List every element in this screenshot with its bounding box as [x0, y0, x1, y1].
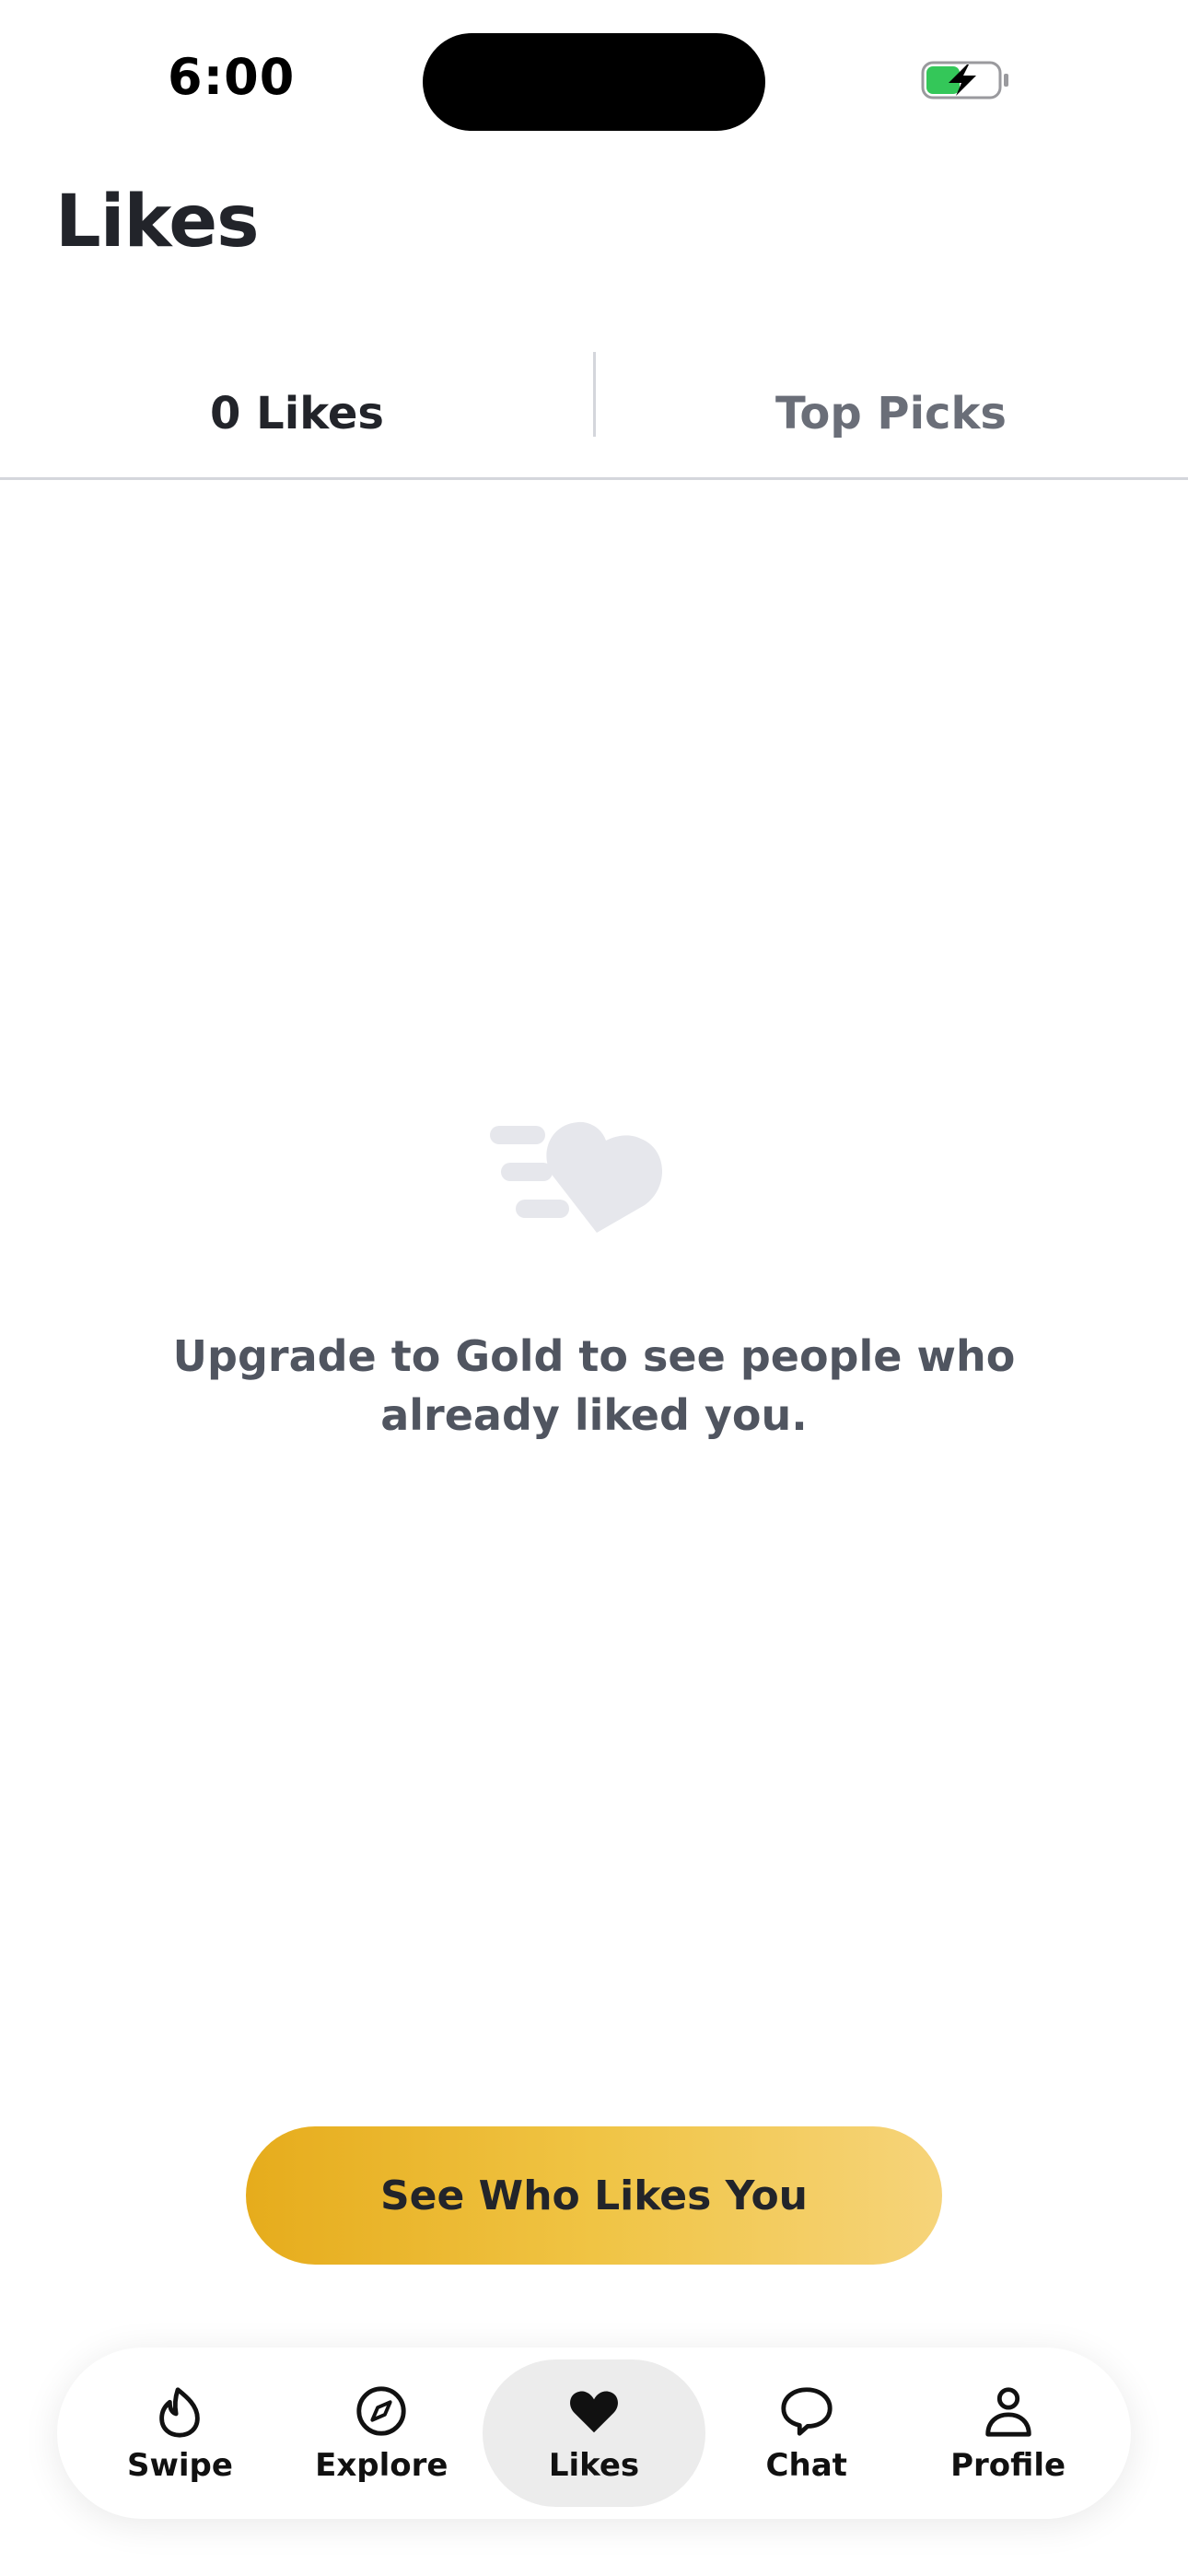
nav-label-swipe: Swipe [126, 2447, 233, 2484]
battery-charging-icon [921, 61, 1008, 100]
nav-label-profile: Profile [950, 2447, 1066, 2484]
status-time: 6:00 [168, 48, 296, 106]
tab-likes[interactable]: 0 Likes [0, 350, 594, 477]
nav-label-chat: Chat [765, 2447, 847, 2484]
nav-item-chat[interactable]: Chat [705, 2359, 907, 2507]
flame-icon [159, 2387, 201, 2438]
heart-icon [570, 2391, 618, 2433]
flying-heart-icon [490, 1121, 663, 1233]
nav-label-likes: Likes [548, 2447, 640, 2484]
tab-top-picks[interactable]: Top Picks [594, 350, 1188, 477]
page-title: Likes [55, 181, 260, 263]
chat-bubble-icon [781, 2387, 833, 2436]
dynamic-island [423, 33, 765, 131]
person-icon [984, 2387, 1031, 2437]
nav-item-explore[interactable]: Explore [281, 2359, 483, 2507]
nav-item-swipe[interactable]: Swipe [79, 2359, 281, 2507]
nav-label-explore: Explore [315, 2447, 448, 2484]
empty-state-message: Upgrade to Gold to see people who alread… [172, 1331, 1016, 1440]
nav-item-profile[interactable]: Profile [907, 2359, 1109, 2507]
tab-divider [593, 352, 596, 437]
nav-item-likes[interactable]: Likes [482, 2359, 706, 2507]
bottom-nav: Swipe Explore Likes Chat Profile [57, 2348, 1131, 2519]
compass-icon [356, 2386, 406, 2436]
see-who-likes-you-button[interactable]: See Who Likes You [246, 2126, 942, 2265]
likes-tabs: 0 Likes Top Picks [0, 350, 1188, 480]
